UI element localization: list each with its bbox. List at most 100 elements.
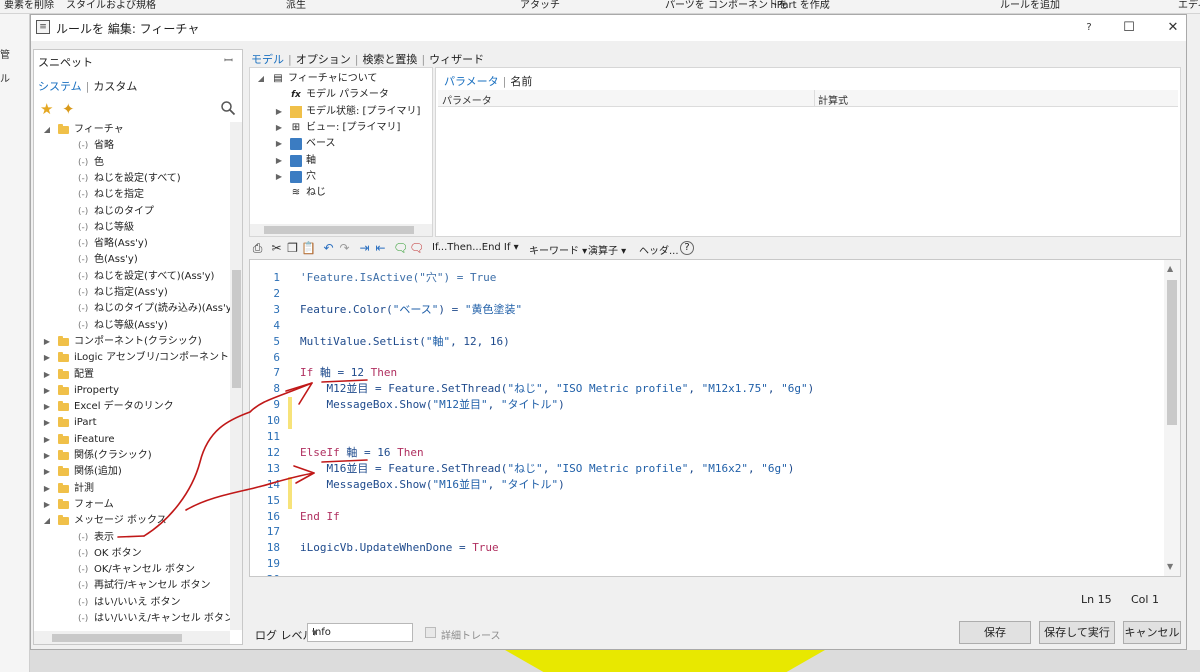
snippet-folder[interactable]: ▶ 関係(追加): [34, 464, 230, 480]
collapse-icon[interactable]: ◢: [42, 513, 52, 529]
scroll-thumb[interactable]: [232, 270, 241, 388]
snippet-item[interactable]: (-) OK/キャンセル ボタン: [34, 562, 230, 578]
scroll-down-icon[interactable]: ▼: [1167, 562, 1173, 571]
snippet-folder[interactable]: ▶ フォーム: [34, 497, 230, 513]
code-line[interactable]: MessageBox.Show("M16並目", "タイトル"): [300, 477, 564, 493]
snippet-item[interactable]: (-) 省略(Ass'y): [34, 236, 230, 252]
snippet-item[interactable]: (-) ねじ指定(Ass'y): [34, 285, 230, 301]
outdent-icon[interactable]: ⇤: [373, 241, 388, 256]
if-then-menu[interactable]: If...Then...End If ▾: [432, 242, 519, 253]
column-parameter[interactable]: パラメータ: [442, 92, 492, 107]
snippet-folder[interactable]: ◢ メッセージ ボックス: [34, 513, 230, 529]
expand-icon[interactable]: ▶: [42, 481, 52, 497]
ribbon-item-add-rule[interactable]: ルールを追加: [1000, 0, 1060, 12]
snippet-item[interactable]: (-) ねじ等級: [34, 220, 230, 236]
expand-icon[interactable]: ▶: [42, 383, 52, 399]
code-line[interactable]: M12並目 = Feature.SetThread("ねじ", "ISO Met…: [300, 381, 814, 397]
indent-icon[interactable]: ⇥: [357, 241, 372, 256]
collapse-icon[interactable]: ◢: [256, 71, 266, 87]
cut-icon[interactable]: ✂: [269, 241, 284, 256]
close-button[interactable]: ✕: [1150, 15, 1196, 41]
ribbon-item-delete-element[interactable]: 要素を削除: [4, 0, 54, 12]
snippet-folder[interactable]: ▶ 配置: [34, 367, 230, 383]
comment-icon[interactable]: 🗨: [393, 241, 408, 256]
tab-options[interactable]: オプション: [296, 53, 351, 66]
ribbon-item-parts-components[interactable]: パーツを コンポーネントを: [665, 0, 788, 12]
snippet-item[interactable]: (-) ねじのタイプ(読み込み)(Ass'y): [34, 301, 230, 317]
copy-icon[interactable]: ❐: [285, 241, 300, 256]
snippet-item[interactable]: (-) ねじのタイプ: [34, 204, 230, 220]
editor-vertical-scrollbar[interactable]: ▲ ▼: [1164, 260, 1180, 576]
detailed-trace-checkbox[interactable]: [425, 627, 436, 638]
code-line[interactable]: MessageBox.Show("M12並目", "タイトル"): [300, 397, 564, 413]
print-icon[interactable]: ⎙: [250, 241, 265, 256]
snippet-item[interactable]: (-) 色: [34, 155, 230, 171]
snippet-folder[interactable]: ▶ 関係(クラシック): [34, 448, 230, 464]
search-icon[interactable]: [220, 100, 236, 116]
ribbon-item-attach[interactable]: アタッチ: [520, 0, 560, 12]
snippet-item[interactable]: (-) はい/いいえ/キャンセル ボタン: [34, 611, 230, 627]
tab-custom[interactable]: カスタム: [93, 80, 137, 93]
expand-icon[interactable]: ▶: [274, 120, 284, 136]
ribbon-item-editor[interactable]: エディ: [1178, 0, 1200, 12]
undo-icon[interactable]: ↶: [321, 241, 336, 256]
expand-icon[interactable]: ▶: [42, 334, 52, 350]
snippet-item[interactable]: (-) 再試行/キャンセル ボタン: [34, 578, 230, 594]
code-line[interactable]: M16並目 = Feature.SetThread("ねじ", "ISO Met…: [300, 461, 794, 477]
ribbon-item-styles[interactable]: スタイルおよび規格: [66, 0, 156, 12]
expand-icon[interactable]: ▶: [274, 104, 284, 120]
scroll-thumb[interactable]: [1167, 280, 1177, 425]
snippet-item[interactable]: (-) 表示: [34, 530, 230, 546]
expand-icon[interactable]: ▶: [274, 169, 284, 185]
code-editor[interactable]: ▲ ▼ 1 'Feature.IsActive("穴") = True 2 3 Feat…: [249, 259, 1181, 577]
snippet-item[interactable]: (-) ねじを設定(すべて): [34, 171, 230, 187]
scroll-thumb[interactable]: [52, 634, 182, 642]
favorites-star-icon[interactable]: ★: [40, 100, 53, 118]
uncomment-icon[interactable]: 🗨: [409, 241, 424, 256]
snippets-horizontal-scrollbar[interactable]: [34, 631, 230, 644]
save-and-run-button[interactable]: 保存して実行: [1039, 621, 1115, 644]
snippet-folder[interactable]: ◢ フィーチャ: [34, 122, 230, 138]
snippet-folder[interactable]: ▶ iFeature: [34, 432, 230, 448]
tab-system[interactable]: システム: [38, 80, 82, 93]
snippet-item[interactable]: (-) 色(Ass'y): [34, 252, 230, 268]
scroll-thumb[interactable]: [264, 226, 414, 234]
snippet-item[interactable]: (-) ねじ等級(Ass'y): [34, 318, 230, 334]
tab-wizard[interactable]: ウィザード: [429, 53, 484, 66]
snippet-folder[interactable]: ▶ iProperty: [34, 383, 230, 399]
cancel-button[interactable]: キャンセル: [1123, 621, 1181, 644]
header-menu[interactable]: ヘッダ...: [639, 242, 679, 257]
expand-icon[interactable]: ▶: [42, 399, 52, 415]
snippet-item[interactable]: (-) ねじを設定(すべて)(Ass'y): [34, 269, 230, 285]
tab-model[interactable]: モデル: [251, 53, 284, 66]
paste-icon[interactable]: 📋: [301, 241, 316, 256]
ribbon-item-create-ipart[interactable]: iPart を作成: [774, 0, 830, 12]
tab-parameters[interactable]: パラメータ: [444, 75, 499, 88]
snippet-item[interactable]: (-) はい/いいえ ボタン: [34, 595, 230, 611]
snippet-folder[interactable]: ▶ 計測: [34, 481, 230, 497]
expand-icon[interactable]: ▶: [42, 432, 52, 448]
expand-icon[interactable]: ▶: [42, 464, 52, 480]
snippet-item[interactable]: (-) ねじを指定: [34, 187, 230, 203]
expand-icon[interactable]: ▶: [42, 350, 52, 366]
redo-icon[interactable]: ↷: [337, 241, 352, 256]
dialog-titlebar[interactable]: ≡ ルールを 編集: フィーチャ ? ☐ ✕: [31, 15, 1186, 41]
snippets-vertical-scrollbar[interactable]: [230, 122, 242, 630]
collapse-icon[interactable]: ◢: [42, 122, 52, 138]
expand-icon[interactable]: ▶: [42, 448, 52, 464]
code-line[interactable]: End If: [300, 509, 340, 525]
tab-names[interactable]: 名前: [510, 75, 532, 88]
tab-find-replace[interactable]: 検索と置換: [362, 53, 417, 66]
snippet-folder[interactable]: ▶ コンポーネント(クラシック): [34, 334, 230, 350]
expand-icon[interactable]: ▶: [274, 153, 284, 169]
favorites-add-icon[interactable]: ✦: [62, 100, 75, 118]
snippet-item[interactable]: (-) 省略: [34, 138, 230, 154]
snippet-folder[interactable]: ▶ Excel データのリンク: [34, 399, 230, 415]
code-line[interactable]: 'Feature.IsActive("穴") = True: [300, 270, 496, 286]
expand-icon[interactable]: ▶: [42, 415, 52, 431]
code-line[interactable]: iLogicVb.UpdateWhenDone = True: [300, 540, 499, 556]
snippet-item[interactable]: (-) OK ボタン: [34, 546, 230, 562]
scroll-up-icon[interactable]: ▲: [1167, 264, 1173, 273]
expand-icon[interactable]: ▶: [42, 367, 52, 383]
expand-icon[interactable]: ▶: [274, 136, 284, 152]
